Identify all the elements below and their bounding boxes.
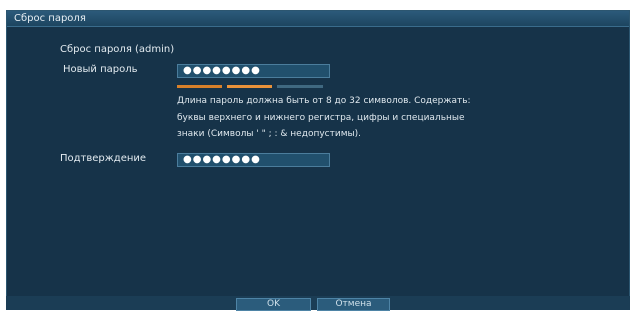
password-requirements-hint: Длина пароль должна быть от 8 до 32 симв… [177, 93, 577, 143]
hint-line-1: Длина пароль должна быть от 8 до 32 симв… [177, 96, 471, 106]
strength-segment-2 [227, 85, 272, 88]
user-heading: Сброс пароля (admin) [60, 44, 175, 55]
strength-segment-3 [277, 85, 323, 88]
hint-line-2: буквы верхнего и нижнего регистра, цифры… [177, 112, 465, 123]
dialog-title: Сброс пароля [14, 13, 86, 24]
new-password-value: ●●●●●●●● [183, 65, 261, 76]
confirm-password-label: Подтверждение [60, 153, 147, 164]
dialog-titlebar: Сброс пароля [7, 11, 629, 27]
confirm-password-field[interactable]: ●●●●●●●● [177, 153, 330, 167]
hint-line-3: знаки (Символы ' " ; : & недопустимы). [177, 129, 361, 139]
cancel-button[interactable]: Отмена [317, 298, 390, 311]
new-password-label: Новый пароль [63, 64, 138, 75]
new-password-field[interactable]: ●●●●●●●● [177, 64, 330, 78]
password-strength-meter [177, 85, 323, 88]
ok-button[interactable]: OK [236, 298, 311, 311]
confirm-password-value: ●●●●●●●● [183, 154, 261, 165]
strength-segment-1 [177, 85, 222, 88]
